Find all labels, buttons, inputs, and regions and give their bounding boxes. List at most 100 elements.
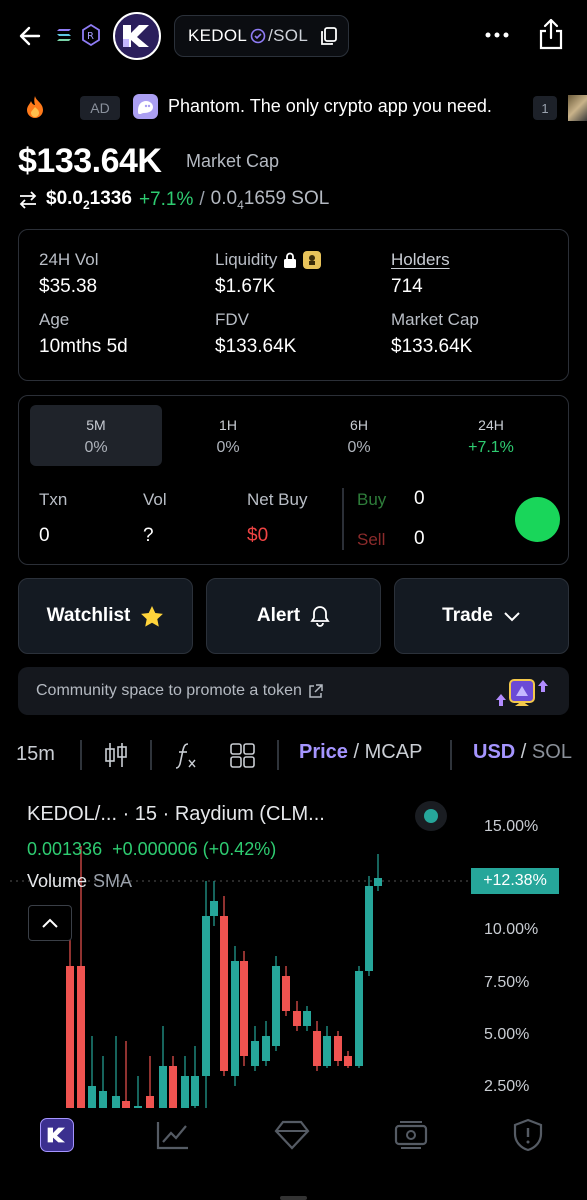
chevron-down-icon [503, 611, 521, 622]
tab-6h[interactable]: 6H 0% [293, 405, 425, 466]
swap-icon[interactable] [18, 191, 38, 209]
live-status-indicator [415, 801, 447, 831]
alert-button[interactable]: Alert [206, 578, 381, 654]
price-chart[interactable] [0, 786, 587, 1126]
nav-diamond-icon[interactable] [274, 1120, 310, 1155]
price-separator: / [199, 188, 205, 210]
candlestick-svg [10, 846, 470, 1116]
back-arrow-icon[interactable] [14, 22, 46, 50]
solana-chain-icon [56, 27, 72, 43]
collapse-legend-button[interactable] [28, 905, 72, 941]
axis-tick: 2.50% [484, 1078, 530, 1095]
candle-body [220, 916, 228, 1071]
fdv-value: $133.64K [215, 336, 297, 357]
phantom-icon[interactable] [133, 94, 158, 119]
candlestick-type-icon[interactable] [104, 741, 128, 774]
candle-body [303, 1011, 311, 1026]
netbuy-value: $0 [247, 525, 269, 546]
mcap-stat-label: Market Cap [391, 310, 479, 329]
candle-body [210, 901, 218, 916]
community-banner[interactable]: Community space to promote a token [18, 667, 569, 715]
candle-body [231, 961, 239, 1076]
pair-quote: /SOL [268, 26, 309, 45]
price-usd: $0.021336 [46, 188, 132, 212]
pair-selector[interactable]: KEDOL /SOL [174, 15, 349, 57]
candle-body [77, 966, 85, 1116]
copy-icon[interactable] [320, 26, 337, 46]
layout-grid-icon[interactable] [230, 743, 255, 773]
netbuy-label: Net Buy [247, 490, 308, 509]
ad-badge: AD [80, 96, 120, 120]
ad-thumbnail[interactable] [568, 95, 587, 121]
price-row: $0.021336 +7.1% / 0.041659 SOL [18, 188, 329, 212]
tab-1h[interactable]: 1H 0% [162, 405, 294, 466]
tab-5m[interactable]: 5M 0% [30, 405, 162, 466]
toolbar-divider [80, 740, 82, 770]
candle-body [282, 976, 290, 1011]
candle-body [313, 1031, 321, 1066]
ad-text[interactable]: Phantom. The only crypto app you need. [168, 96, 492, 117]
star-icon [140, 605, 164, 628]
home-indicator [280, 1196, 307, 1200]
buy-value: 0 [414, 488, 425, 509]
raydium-dex-icon: R [80, 24, 102, 46]
verified-icon [250, 28, 266, 44]
top-bar: R KEDOL /SOL [0, 0, 587, 78]
age-label: Age [39, 310, 70, 329]
candle-body [251, 1041, 259, 1066]
axis-tick: 10.00% [484, 921, 539, 938]
svg-text:R: R [87, 31, 94, 42]
candle-body [323, 1036, 331, 1066]
candle-body [191, 1076, 199, 1106]
share-icon[interactable] [536, 16, 566, 52]
volume-legend: Volume SMA [27, 871, 133, 891]
fire-icon [24, 95, 46, 124]
candle-body [374, 878, 382, 886]
pair-symbol: KEDOL [188, 26, 248, 45]
candle-body [262, 1036, 270, 1061]
buy-sell-ratio-indicator [515, 497, 560, 542]
more-icon[interactable] [482, 25, 512, 45]
price-change: +7.1% [138, 188, 194, 210]
vol-label: Vol [143, 490, 167, 509]
watchlist-button[interactable]: Watchlist [18, 578, 193, 654]
tab-24h[interactable]: 24H +7.1% [425, 405, 557, 466]
axis-tick: 15.00% [484, 818, 539, 835]
interval-selector[interactable]: 15m [16, 743, 55, 766]
candle-body [293, 1011, 301, 1026]
axis-tick: 5.00% [484, 1026, 530, 1043]
ad-counter: 1 [533, 96, 557, 120]
mcap-stat-value: $133.64K [391, 336, 473, 357]
last-price-label: +12.38% [471, 868, 559, 894]
locker-badge-icon [303, 251, 322, 269]
divider [342, 488, 344, 550]
usd-sol-toggle[interactable]: USD / SOL [473, 741, 572, 764]
external-link-icon [308, 683, 323, 699]
promote-token-icon [490, 670, 552, 716]
candle-body [66, 966, 74, 1116]
price-mcap-toggle[interactable]: Price / MCAP [299, 741, 422, 764]
sell-value: 0 [414, 528, 425, 549]
nav-home-logo-icon[interactable] [40, 1118, 74, 1152]
candle-body [240, 961, 248, 1056]
indicators-fx-icon[interactable] [174, 741, 198, 774]
candle-body [334, 1036, 342, 1061]
nav-wallet-icon[interactable] [393, 1120, 429, 1155]
nav-chart-icon[interactable] [156, 1120, 190, 1155]
age-value: 10mths 5d [39, 336, 128, 357]
nav-security-icon[interactable] [512, 1118, 544, 1157]
toolbar-divider [277, 740, 279, 770]
txn-value: 0 [39, 525, 50, 546]
txn-label: Txn [39, 490, 68, 509]
candle-body [272, 966, 280, 1046]
vol-value: ? [143, 525, 154, 546]
axis-tick: 7.50% [484, 974, 530, 991]
bottom-nav [0, 1108, 587, 1200]
candle-body [355, 971, 363, 1066]
holders-link[interactable]: Holders [391, 250, 450, 270]
lock-icon [283, 252, 297, 269]
fdv-label: FDV [215, 310, 249, 329]
sell-label: Sell [357, 530, 386, 549]
trade-button[interactable]: Trade [394, 578, 569, 654]
bell-icon [310, 605, 330, 627]
